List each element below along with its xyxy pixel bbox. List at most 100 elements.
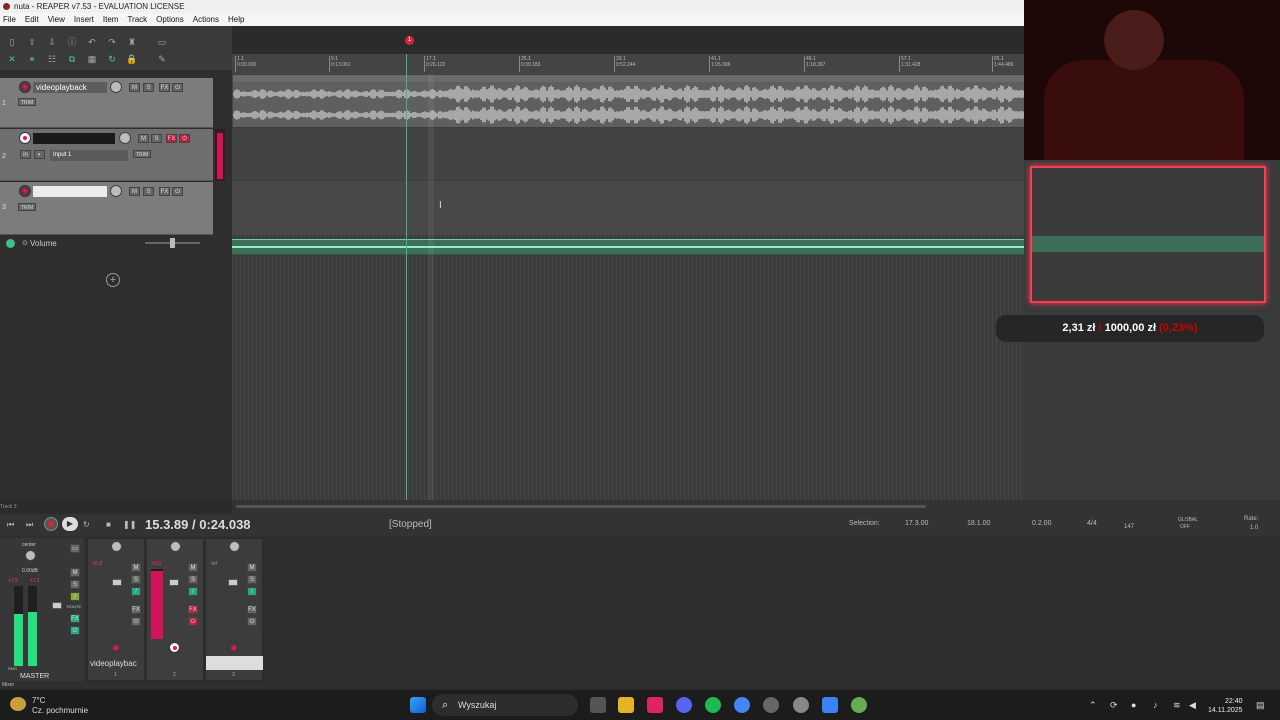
volume-fader[interactable]	[112, 579, 122, 586]
mixer-tab[interactable]: Mixer	[2, 682, 14, 688]
volume-knob[interactable]	[110, 81, 122, 93]
play-icon[interactable]: ▶	[62, 517, 78, 531]
mixer-strip-2[interactable]: +0.0 M S / FX ⏻ 2	[146, 538, 204, 681]
redo-icon[interactable]: ↷	[106, 37, 118, 47]
menu-item[interactable]: Item	[103, 15, 119, 24]
wifi-icon[interactable]: ≋	[1173, 700, 1181, 711]
reaper-taskbar-icon[interactable]	[851, 697, 867, 713]
mute-button[interactable]: M	[138, 134, 149, 143]
ripple-icon[interactable]: ☷	[46, 54, 58, 64]
file-explorer-icon[interactable]	[618, 697, 634, 713]
repeat-icon[interactable]: ↻	[83, 520, 90, 529]
volume-fader[interactable]	[169, 579, 179, 586]
playback-rate[interactable]: 1.0	[1250, 525, 1258, 531]
grouping-icon[interactable]: ⚭	[26, 54, 38, 64]
tray-sync-icon[interactable]: ⟳	[1110, 700, 1118, 711]
mute-button[interactable]: M	[129, 83, 140, 92]
record-arm-button[interactable]	[19, 81, 31, 93]
track-2-lane[interactable]	[232, 128, 1024, 180]
mixer-strip-3[interactable]: -inf M S / FX ⏻ 3	[205, 538, 263, 681]
menu-options[interactable]: Options	[156, 15, 184, 24]
marker-1[interactable]: 1	[405, 36, 414, 45]
task-view-icon[interactable]	[590, 697, 606, 713]
monitor-icon[interactable]: ◐	[34, 150, 45, 159]
mixer-strip-1[interactable]: +5.9 M S / FX ⏻ videoplaybac 1	[87, 538, 145, 681]
spotify-icon[interactable]	[705, 697, 721, 713]
fx-bypass-button[interactable]: ⏻	[247, 617, 257, 626]
time-signature[interactable]: 4/4	[1087, 520, 1097, 527]
menu-actions[interactable]: Actions	[193, 15, 219, 24]
solo-button[interactable]: S	[188, 575, 198, 584]
fx-button[interactable]: FX	[159, 83, 170, 92]
envelope-fader-handle[interactable]	[170, 238, 175, 248]
fx-bypass-button[interactable]: ⏻	[172, 83, 183, 92]
tempo[interactable]: 147	[1124, 524, 1134, 530]
menu-help[interactable]: Help	[228, 15, 244, 24]
go-to-end-icon[interactable]: ⏭	[26, 520, 33, 530]
pan-knob[interactable]	[111, 541, 122, 552]
fx-bypass-button[interactable]: ⏻	[188, 617, 198, 626]
track-name[interactable]	[33, 133, 115, 144]
selection-length[interactable]: 0.2.00	[1032, 520, 1051, 527]
notepad-icon[interactable]	[822, 697, 838, 713]
master-env-button[interactable]: /	[70, 592, 80, 601]
fx-bypass-button[interactable]: ⏻	[179, 134, 190, 143]
fx-button[interactable]: FX	[159, 187, 170, 196]
open-project-icon[interactable]: ⇪	[26, 37, 38, 47]
snap-icon[interactable]: ⧉	[66, 54, 78, 64]
track-3-lane[interactable]	[232, 181, 1024, 235]
undo-icon[interactable]: ↶	[86, 37, 98, 47]
stop-icon[interactable]: ■	[106, 520, 111, 529]
pan-knob[interactable]	[170, 541, 181, 552]
solo-button[interactable]: S	[143, 83, 154, 92]
env-button[interactable]: /	[247, 587, 257, 596]
chatgpt-icon[interactable]	[793, 697, 809, 713]
trim-button[interactable]: TRIM	[18, 203, 37, 211]
weather-widget[interactable]: 7°C Cz. pochmurnie	[10, 696, 88, 716]
menu-view[interactable]: View	[48, 15, 65, 24]
project-settings-icon[interactable]: ⓘ	[66, 37, 78, 47]
play-cursor[interactable]	[406, 54, 407, 500]
selection-end[interactable]: 18.1.00	[967, 520, 990, 527]
horizontal-scrollbar[interactable]	[232, 500, 1280, 514]
master-mute-button[interactable]: M	[70, 568, 80, 577]
record-arm-button[interactable]	[19, 132, 31, 144]
solo-button[interactable]: S	[143, 187, 154, 196]
tray-chevron-icon[interactable]: ⌃	[1089, 700, 1097, 711]
tray-app-icon[interactable]: ●	[1131, 700, 1136, 710]
master-solo-button[interactable]: S	[70, 580, 80, 589]
input-select[interactable]: Input 1	[50, 150, 128, 161]
time-display[interactable]: 15.3.89 / 0:24.038	[145, 517, 251, 532]
track-name[interactable]: videoplayback	[33, 82, 107, 93]
mute-button[interactable]: M	[129, 187, 140, 196]
add-track-icon[interactable]: +	[106, 273, 120, 287]
env-button[interactable]: /	[131, 587, 141, 596]
microphone-icon[interactable]: ♪	[1153, 700, 1158, 710]
fx-bypass-button[interactable]: ⏻	[131, 617, 141, 626]
taskbar-clock[interactable]: 22:40 14.11.2025	[1208, 697, 1243, 715]
strip-name-field[interactable]	[206, 656, 263, 670]
save-project-icon[interactable]: ⇩	[46, 37, 58, 47]
volume-envelope-line[interactable]	[232, 246, 1024, 248]
crossfade-icon[interactable]: ▦	[86, 54, 98, 64]
taskbar-search[interactable]: ⌕ Wyszukaj	[432, 694, 578, 716]
tiktok-icon[interactable]	[647, 697, 663, 713]
master-fx-button[interactable]: FX	[70, 614, 80, 623]
master-route-button[interactable]: ROUTE	[67, 604, 81, 609]
trim-button[interactable]: TRIM	[18, 98, 37, 106]
mute-button[interactable]: M	[188, 563, 198, 572]
new-project-icon[interactable]: ▯	[6, 37, 18, 47]
env-button[interactable]: /	[188, 587, 198, 596]
mute-button[interactable]: M	[247, 563, 257, 572]
record-arm-button[interactable]	[228, 642, 239, 653]
solo-button[interactable]: S	[247, 575, 257, 584]
menu-track[interactable]: Track	[127, 15, 147, 24]
record-arm-button[interactable]	[19, 185, 31, 197]
selection-start[interactable]: 17.3.00	[905, 520, 928, 527]
global-automation[interactable]: GLOBAL	[1178, 517, 1198, 523]
fx-button[interactable]: FX	[188, 605, 198, 614]
solo-button[interactable]: S	[151, 134, 162, 143]
menu-file[interactable]: File	[3, 15, 16, 24]
start-icon[interactable]	[410, 697, 426, 713]
menu-edit[interactable]: Edit	[25, 15, 39, 24]
